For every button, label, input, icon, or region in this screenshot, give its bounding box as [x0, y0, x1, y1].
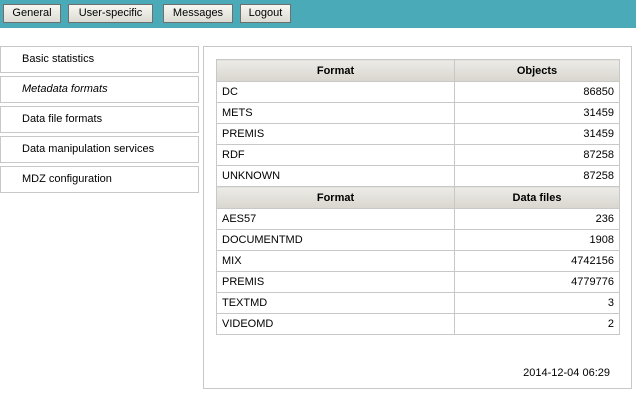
- format-cell: UNKNOWN: [216, 165, 455, 187]
- format-cell: RDF: [216, 144, 455, 166]
- count-cell: 87258: [454, 144, 620, 166]
- format-cell: DC: [216, 81, 455, 103]
- format-cell: PREMIS: [216, 123, 455, 145]
- sidebar-item-basic-statistics[interactable]: Basic statistics: [0, 46, 199, 73]
- top-navigation-bar: General User-specific Messages Logout: [0, 0, 636, 28]
- sidebar-item-mdz-configuration[interactable]: MDZ configuration: [0, 166, 199, 193]
- count-cell: 3: [454, 292, 620, 314]
- count-cell: 31459: [454, 102, 620, 124]
- sidebar-item-data-manipulation-services[interactable]: Data manipulation services: [0, 136, 199, 163]
- count-cell: 2: [454, 313, 620, 335]
- table-row: DC 86850: [216, 81, 620, 103]
- column-header-data-files: Data files: [454, 186, 620, 209]
- format-cell: VIDEOMD: [216, 313, 455, 335]
- count-cell: 4742156: [454, 250, 620, 272]
- column-header-objects: Objects: [454, 59, 620, 82]
- nav-user-specific-button[interactable]: User-specific: [68, 4, 153, 23]
- count-cell: 1908: [454, 229, 620, 251]
- format-cell: TEXTMD: [216, 292, 455, 314]
- last-updated-timestamp: 2014-12-04 06:29: [523, 367, 610, 379]
- table-row: MIX 4742156: [216, 250, 620, 272]
- metadata-formats-panel: Format Objects DC 86850 METS 31459 PREMI…: [203, 46, 632, 389]
- table-row: TEXTMD 3: [216, 292, 620, 314]
- format-cell: AES57: [216, 208, 455, 230]
- objects-table-header-row: Format Objects: [216, 59, 620, 82]
- format-cell: METS: [216, 102, 455, 124]
- nav-general-button[interactable]: General: [3, 4, 61, 23]
- table-row: UNKNOWN 87258: [216, 165, 620, 187]
- table-row: RDF 87258: [216, 144, 620, 166]
- count-cell: 86850: [454, 81, 620, 103]
- nav-logout-button[interactable]: Logout: [240, 4, 291, 23]
- table-row: DOCUMENTMD 1908: [216, 229, 620, 251]
- count-cell: 236: [454, 208, 620, 230]
- sidebar-item-data-file-formats[interactable]: Data file formats: [0, 106, 199, 133]
- table-row: VIDEOMD 2: [216, 313, 620, 335]
- column-header-format: Format: [216, 186, 455, 209]
- count-cell: 87258: [454, 165, 620, 187]
- count-cell: 4779776: [454, 271, 620, 293]
- count-cell: 31459: [454, 123, 620, 145]
- format-cell: PREMIS: [216, 271, 455, 293]
- table-row: PREMIS 4779776: [216, 271, 620, 293]
- nav-messages-button[interactable]: Messages: [163, 4, 233, 23]
- table-row: AES57 236: [216, 208, 620, 230]
- format-statistics-table: Format Objects DC 86850 METS 31459 PREMI…: [216, 59, 620, 335]
- column-header-format: Format: [216, 59, 455, 82]
- table-row: METS 31459: [216, 102, 620, 124]
- table-row: PREMIS 31459: [216, 123, 620, 145]
- format-cell: DOCUMENTMD: [216, 229, 455, 251]
- datafiles-table-header-row: Format Data files: [216, 186, 620, 209]
- format-cell: MIX: [216, 250, 455, 272]
- sidebar-item-metadata-formats[interactable]: Metadata formats: [0, 76, 199, 103]
